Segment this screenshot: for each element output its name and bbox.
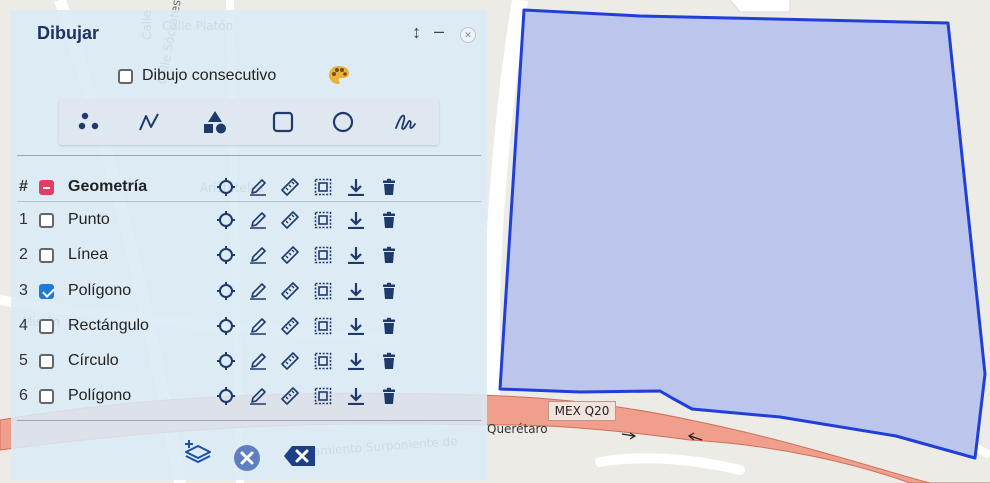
row-number: 3 bbox=[19, 282, 28, 299]
edit-icon[interactable] bbox=[249, 352, 267, 370]
consecutive-drawing-option[interactable]: Dibujo consecutivo bbox=[118, 67, 276, 85]
edit-icon[interactable] bbox=[249, 317, 267, 335]
select-icon[interactable] bbox=[314, 387, 332, 405]
row-label: Línea bbox=[68, 246, 109, 263]
select-icon[interactable] bbox=[314, 211, 332, 229]
delete-icon[interactable] bbox=[380, 178, 398, 196]
edit-icon[interactable] bbox=[249, 387, 267, 405]
edit-icon[interactable] bbox=[249, 246, 267, 264]
geometry-header-row: # Geometría bbox=[11, 170, 487, 204]
close-icon[interactable]: ✕ bbox=[460, 27, 476, 43]
geometry-row[interactable]: 5 Círculo bbox=[11, 344, 487, 378]
measure-icon[interactable] bbox=[281, 246, 299, 264]
header-number-symbol: # bbox=[19, 178, 28, 195]
divider bbox=[17, 155, 481, 156]
locate-icon[interactable] bbox=[217, 282, 235, 300]
panel-title: Dibujar bbox=[37, 23, 100, 43]
geometry-row[interactable]: 4 Rectángulo bbox=[11, 309, 487, 343]
delete-icon[interactable] bbox=[380, 352, 398, 370]
geometry-row[interactable]: 2 Línea bbox=[11, 238, 487, 272]
line-icon[interactable] bbox=[133, 107, 165, 137]
close-circle-icon[interactable] bbox=[233, 444, 261, 472]
edit-icon[interactable] bbox=[249, 282, 267, 300]
download-icon[interactable] bbox=[347, 211, 365, 229]
row-checkbox[interactable] bbox=[39, 389, 54, 404]
select-icon[interactable] bbox=[314, 317, 332, 335]
delete-icon[interactable] bbox=[380, 282, 398, 300]
row-number: 1 bbox=[19, 211, 28, 228]
locate-icon[interactable] bbox=[217, 246, 235, 264]
locate-icon[interactable] bbox=[217, 178, 235, 196]
measure-icon[interactable] bbox=[281, 178, 299, 196]
locate-icon[interactable] bbox=[217, 211, 235, 229]
point-icon[interactable] bbox=[73, 107, 105, 137]
geometry-row[interactable]: 3 Polígono bbox=[11, 274, 487, 308]
select-icon[interactable] bbox=[314, 282, 332, 300]
measure-icon[interactable] bbox=[281, 317, 299, 335]
row-checkbox[interactable] bbox=[39, 354, 54, 369]
row-label: Círculo bbox=[68, 352, 119, 369]
header-label: Geometría bbox=[68, 178, 148, 195]
consecutive-drawing-label: Dibujo consecutivo bbox=[142, 67, 277, 84]
delete-icon[interactable] bbox=[380, 317, 398, 335]
edit-icon[interactable] bbox=[249, 211, 267, 229]
circle-icon[interactable] bbox=[327, 107, 359, 137]
delete-icon[interactable] bbox=[380, 387, 398, 405]
road-label-queretaro: Querétaro bbox=[487, 422, 548, 436]
row-label: Rectángulo bbox=[68, 317, 149, 334]
row-number: 4 bbox=[19, 317, 28, 334]
select-icon[interactable] bbox=[314, 178, 332, 196]
delete-icon[interactable] bbox=[380, 246, 398, 264]
geometry-row[interactable]: 1 Punto bbox=[11, 203, 487, 237]
row-number: 6 bbox=[19, 387, 28, 404]
delete-icon[interactable] bbox=[380, 211, 398, 229]
geometry-row[interactable]: 6 Polígono bbox=[11, 379, 487, 413]
freehand-icon[interactable] bbox=[389, 107, 421, 137]
download-icon[interactable] bbox=[347, 246, 365, 264]
locate-icon[interactable] bbox=[217, 317, 235, 335]
divider bbox=[17, 420, 481, 421]
road-ref-label: MEX Q20 bbox=[548, 401, 616, 421]
edit-icon[interactable] bbox=[249, 178, 267, 196]
draw-toolbar bbox=[59, 99, 439, 145]
draw-panel: Dibujar ↕ – ✕ Dibujo consecutivo # Geome… bbox=[11, 10, 487, 480]
consecutive-drawing-checkbox[interactable] bbox=[118, 68, 133, 84]
row-label: Polígono bbox=[68, 387, 132, 404]
minimize-icon[interactable]: – bbox=[434, 21, 444, 42]
row-number: 2 bbox=[19, 246, 28, 263]
download-icon[interactable] bbox=[347, 387, 365, 405]
locate-icon[interactable] bbox=[217, 387, 235, 405]
resize-vertical-icon[interactable]: ↕ bbox=[412, 22, 421, 43]
download-icon[interactable] bbox=[347, 352, 365, 370]
locate-icon[interactable] bbox=[217, 352, 235, 370]
measure-icon[interactable] bbox=[281, 211, 299, 229]
row-label: Punto bbox=[68, 211, 110, 228]
drawn-polygon bbox=[498, 8, 987, 460]
row-checkbox[interactable] bbox=[39, 248, 54, 263]
row-checkbox[interactable] bbox=[39, 213, 54, 228]
measure-icon[interactable] bbox=[281, 282, 299, 300]
select-all-checkbox[interactable] bbox=[39, 180, 54, 195]
palette-icon[interactable] bbox=[328, 65, 350, 90]
add-layers-icon[interactable] bbox=[183, 437, 213, 467]
measure-icon[interactable] bbox=[281, 352, 299, 370]
row-checkbox[interactable] bbox=[39, 284, 54, 299]
download-icon[interactable] bbox=[347, 178, 365, 196]
row-number: 5 bbox=[19, 352, 28, 369]
select-icon[interactable] bbox=[314, 246, 332, 264]
divider bbox=[17, 201, 481, 202]
download-icon[interactable] bbox=[347, 282, 365, 300]
row-checkbox[interactable] bbox=[39, 319, 54, 334]
rectangle-icon[interactable] bbox=[267, 107, 299, 137]
row-label: Polígono bbox=[68, 282, 132, 299]
select-icon[interactable] bbox=[314, 352, 332, 370]
measure-icon[interactable] bbox=[281, 387, 299, 405]
shapes-icon[interactable] bbox=[199, 107, 231, 137]
backspace-icon[interactable] bbox=[283, 444, 317, 468]
download-icon[interactable] bbox=[347, 317, 365, 335]
